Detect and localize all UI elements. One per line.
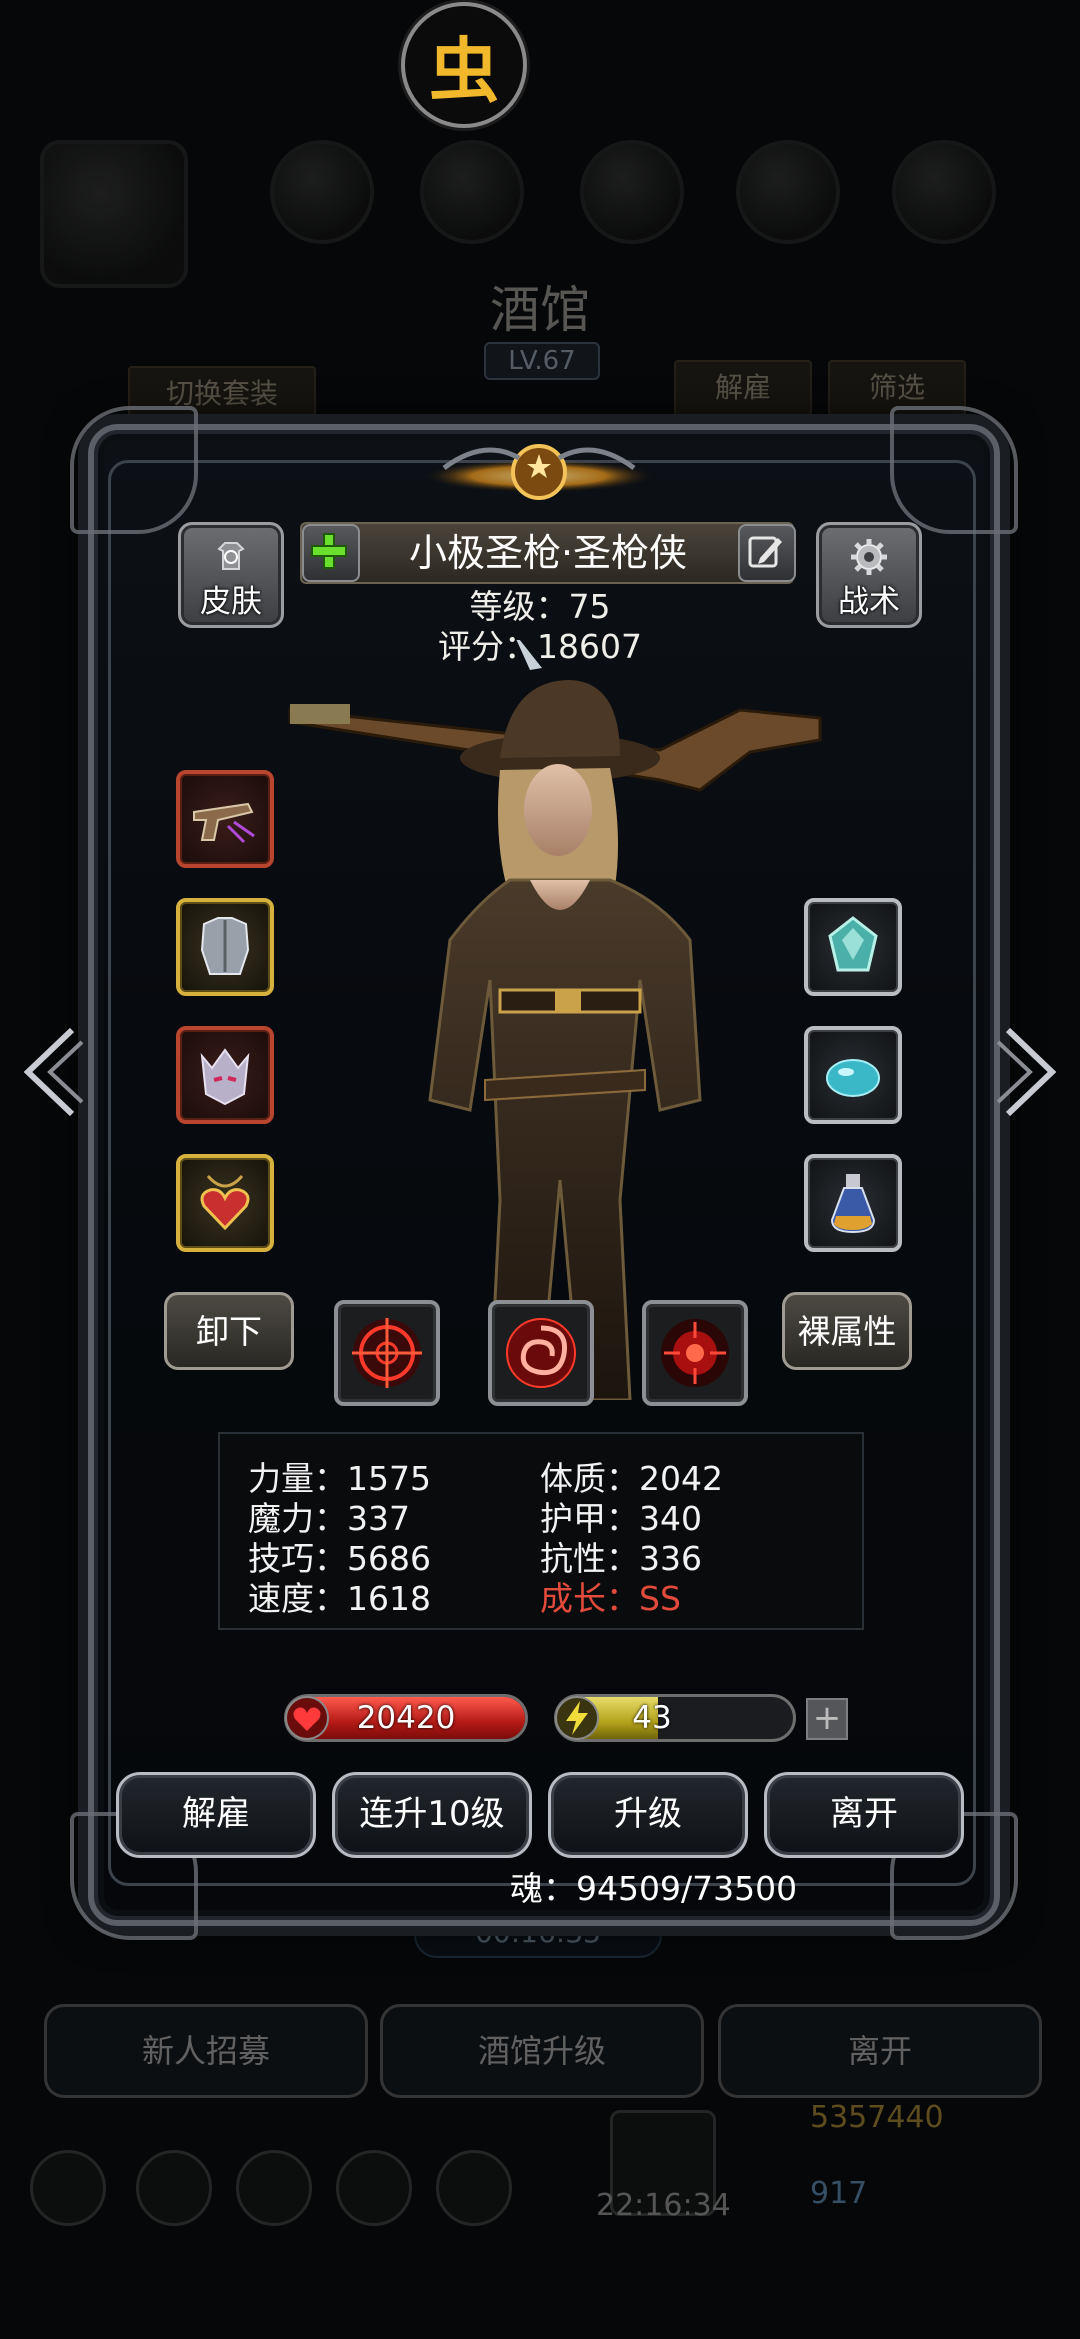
tavern-title: 酒馆: [490, 281, 590, 339]
crystal-gem-icon: [828, 916, 878, 972]
amulet-slot[interactable]: [176, 1154, 274, 1252]
bg-menu-icon: [30, 2150, 106, 2226]
hero-portrait: [288, 640, 822, 1400]
gold-amount: 5357440: [810, 2100, 944, 2135]
armor-slot[interactable]: [176, 898, 274, 996]
tactics-label: 战术: [838, 584, 900, 620]
heart-icon: [285, 1696, 329, 1740]
stat-speed: 速度：1618: [248, 1579, 431, 1618]
blue-stone-icon: [826, 1059, 880, 1097]
skill-slot-3[interactable]: [642, 1300, 748, 1406]
level-up-button[interactable]: 升级: [548, 1772, 748, 1858]
crosshair-skill-icon: [352, 1318, 422, 1388]
recruit-button: 新人招募: [44, 2004, 368, 2098]
accessory-slot[interactable]: [804, 898, 902, 996]
pencil-icon: [748, 536, 782, 568]
skill-slot-1[interactable]: [334, 1300, 440, 1406]
stone-slot[interactable]: [804, 1026, 902, 1124]
rename-button[interactable]: [738, 524, 796, 582]
bg-leave-button: 离开: [718, 2004, 1042, 2098]
unequip-button[interactable]: 卸下: [164, 1292, 294, 1370]
demon-helmet-icon: [200, 1048, 250, 1106]
hero-name: 小极圣枪·圣枪侠: [408, 531, 688, 575]
crest-emblem-icon: [427, 444, 651, 500]
heart-amulet-icon: [200, 1174, 250, 1231]
skin-button[interactable]: 皮肤: [178, 522, 284, 628]
tactics-button[interactable]: 战术: [816, 522, 922, 628]
next-hero-arrow-icon[interactable]: [994, 1020, 1064, 1120]
pistol-icon: [193, 802, 255, 844]
bg-resource-icon: [892, 140, 996, 244]
bg-menu-icon: [336, 2150, 412, 2226]
bg-resource-icon: [580, 140, 684, 244]
leave-button[interactable]: 离开: [764, 1772, 964, 1858]
refresh-icon: [217, 542, 245, 570]
dismiss-button[interactable]: 解雇: [116, 1772, 316, 1858]
frame-ornament: [890, 406, 1018, 534]
previous-hero-arrow-icon[interactable]: [16, 1020, 86, 1120]
bg-clock: 22:16:34: [596, 2188, 731, 2223]
level-up-10-button[interactable]: 连升10级: [332, 1772, 532, 1858]
add-button[interactable]: [302, 524, 360, 582]
add-energy-button[interactable]: +: [806, 1698, 848, 1740]
base-attributes-button[interactable]: 裸属性: [782, 1292, 912, 1370]
target-skill-icon: [661, 1319, 729, 1387]
chest-armor-icon: [200, 917, 250, 975]
bg-portrait-frame: [40, 140, 188, 288]
bg-menu-icon: [136, 2150, 212, 2226]
tavern-upgrade-button: 酒馆升级: [380, 2004, 704, 2098]
gear-icon: [851, 539, 887, 575]
potion-slot[interactable]: [804, 1154, 902, 1252]
tavern-level: LV.67: [484, 342, 600, 380]
bg-resource-icon: [420, 140, 524, 244]
stat-growth: 成长：SS: [540, 1579, 681, 1618]
dismiss-tab: 解雇: [674, 360, 812, 416]
helmet-slot[interactable]: [176, 1026, 274, 1124]
bg-resource-icon: [736, 140, 840, 244]
lightning-icon: [555, 1696, 599, 1740]
weapon-slot[interactable]: [176, 770, 274, 868]
energy-value: 43: [632, 1700, 672, 1736]
bg-menu-icon: [236, 2150, 312, 2226]
vortex-skill-icon: [506, 1318, 576, 1388]
frame-ornament: [70, 406, 198, 534]
soul-counter: 魂：94509/73500: [510, 1869, 798, 1908]
gem-amount: 917: [810, 2176, 868, 2211]
skin-label: 皮肤: [200, 584, 262, 620]
plus-icon: [311, 533, 347, 569]
bug-emblem-icon[interactable]: 虫: [401, 2, 527, 128]
skill-slot-2[interactable]: [488, 1300, 594, 1406]
bg-resource-icon: [270, 140, 374, 244]
potion-flask-icon: [830, 1174, 876, 1234]
bg-menu-icon: [436, 2150, 512, 2226]
